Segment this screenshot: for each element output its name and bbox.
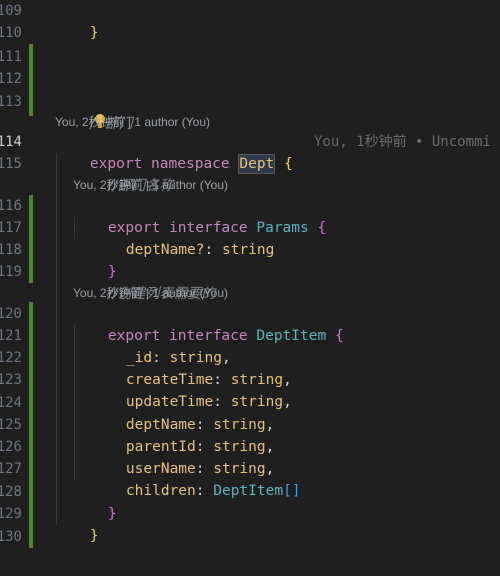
line-number: 130 — [0, 529, 22, 545]
colon: : — [204, 242, 214, 258]
line-number: 110 — [0, 25, 22, 41]
array-brackets: [] — [283, 483, 301, 499]
line-number: 127 — [0, 461, 22, 477]
code-line-114[interactable]: export namespace Dept { — [55, 131, 293, 174]
open-brace: { — [334, 328, 344, 344]
line-number: 115 — [0, 156, 22, 172]
open-brace: { — [284, 156, 293, 172]
code-line-126[interactable]: userName: string, — [91, 436, 274, 477]
line-number: 122 — [0, 350, 22, 366]
code-line-113[interactable]: / 部门 — [55, 91, 133, 132]
line-number: 126 — [0, 439, 22, 455]
code-line-115[interactable]: //部门名称 — [73, 153, 173, 194]
closing-brace: } — [89, 25, 99, 41]
code-line-125[interactable]: parentId: string, — [91, 414, 274, 455]
line-number: 120 — [0, 306, 22, 322]
line-number: 112 — [0, 71, 22, 87]
code-line-116[interactable]: export interface Params { — [73, 195, 326, 236]
closing-brace: } — [89, 528, 99, 544]
code-line-129[interactable]: } — [55, 503, 99, 544]
line-number-gutter: 109 110 111 112 113 114 115 116 117 118 … — [0, 0, 26, 576]
line-number: 128 — [0, 484, 22, 500]
code-line-118[interactable]: } — [73, 239, 117, 280]
interface-name: DeptItem — [256, 328, 327, 344]
line-number: 113 — [0, 94, 22, 110]
separator: , — [283, 394, 292, 410]
code-line-123[interactable]: updateTime: string, — [91, 369, 292, 410]
namespace-name: Dept — [238, 154, 276, 174]
line-number: 109 — [0, 3, 22, 19]
codelens-blame[interactable]: You, 2秒钟前 | 1 author (You) — [55, 113, 210, 131]
codelens-blame[interactable]: You, 2秒钟前 | 1 author (You) — [73, 176, 228, 194]
code-line-127[interactable]: children: DeptItem[] — [91, 458, 301, 499]
property-type: string — [221, 242, 275, 258]
line-number: 124 — [0, 395, 22, 411]
line-number-active: 114 — [0, 134, 22, 150]
property-name: deptName? — [125, 242, 205, 258]
code-editor[interactable]: 109 110 111 112 113 114 115 116 117 118 … — [0, 0, 500, 576]
code-line-128[interactable]: } — [73, 481, 117, 522]
line-number: 121 — [0, 328, 22, 344]
line-number: 118 — [0, 242, 22, 258]
line-number: 125 — [0, 417, 22, 433]
git-change-bar[interactable] — [29, 302, 33, 548]
line-number: 119 — [0, 264, 22, 280]
code-line-119[interactable]: //创建列表需要的 — [73, 261, 215, 302]
code-line-117[interactable]: deptName?: string — [91, 217, 274, 258]
closing-brace: } — [107, 506, 117, 522]
property-type: DeptItem — [213, 483, 284, 499]
line-number: 111 — [0, 49, 22, 65]
code-line-122[interactable]: createTime: string, — [91, 347, 292, 388]
git-change-bar[interactable] — [29, 195, 33, 283]
codelens-blame[interactable]: You, 2秒钟前 | 1 author (You) — [73, 284, 228, 302]
indent-guide — [56, 153, 57, 525]
git-change-bar[interactable] — [29, 44, 33, 116]
inline-blame: You, 1秒钟前 • Uncommi — [314, 134, 491, 150]
line-number: 116 — [0, 198, 22, 214]
line-number: 123 — [0, 372, 22, 388]
code-line-120[interactable]: export interface DeptItem { — [73, 303, 344, 344]
code-line-109[interactable]: } — [55, 0, 99, 41]
code-line-124[interactable]: deptName: string, — [91, 392, 274, 433]
open-brace: { — [317, 220, 327, 236]
property-name: children — [125, 483, 196, 499]
code-line-121[interactable]: _id: string, — [91, 325, 231, 366]
line-number: 117 — [0, 220, 22, 236]
line-number: 129 — [0, 506, 22, 522]
